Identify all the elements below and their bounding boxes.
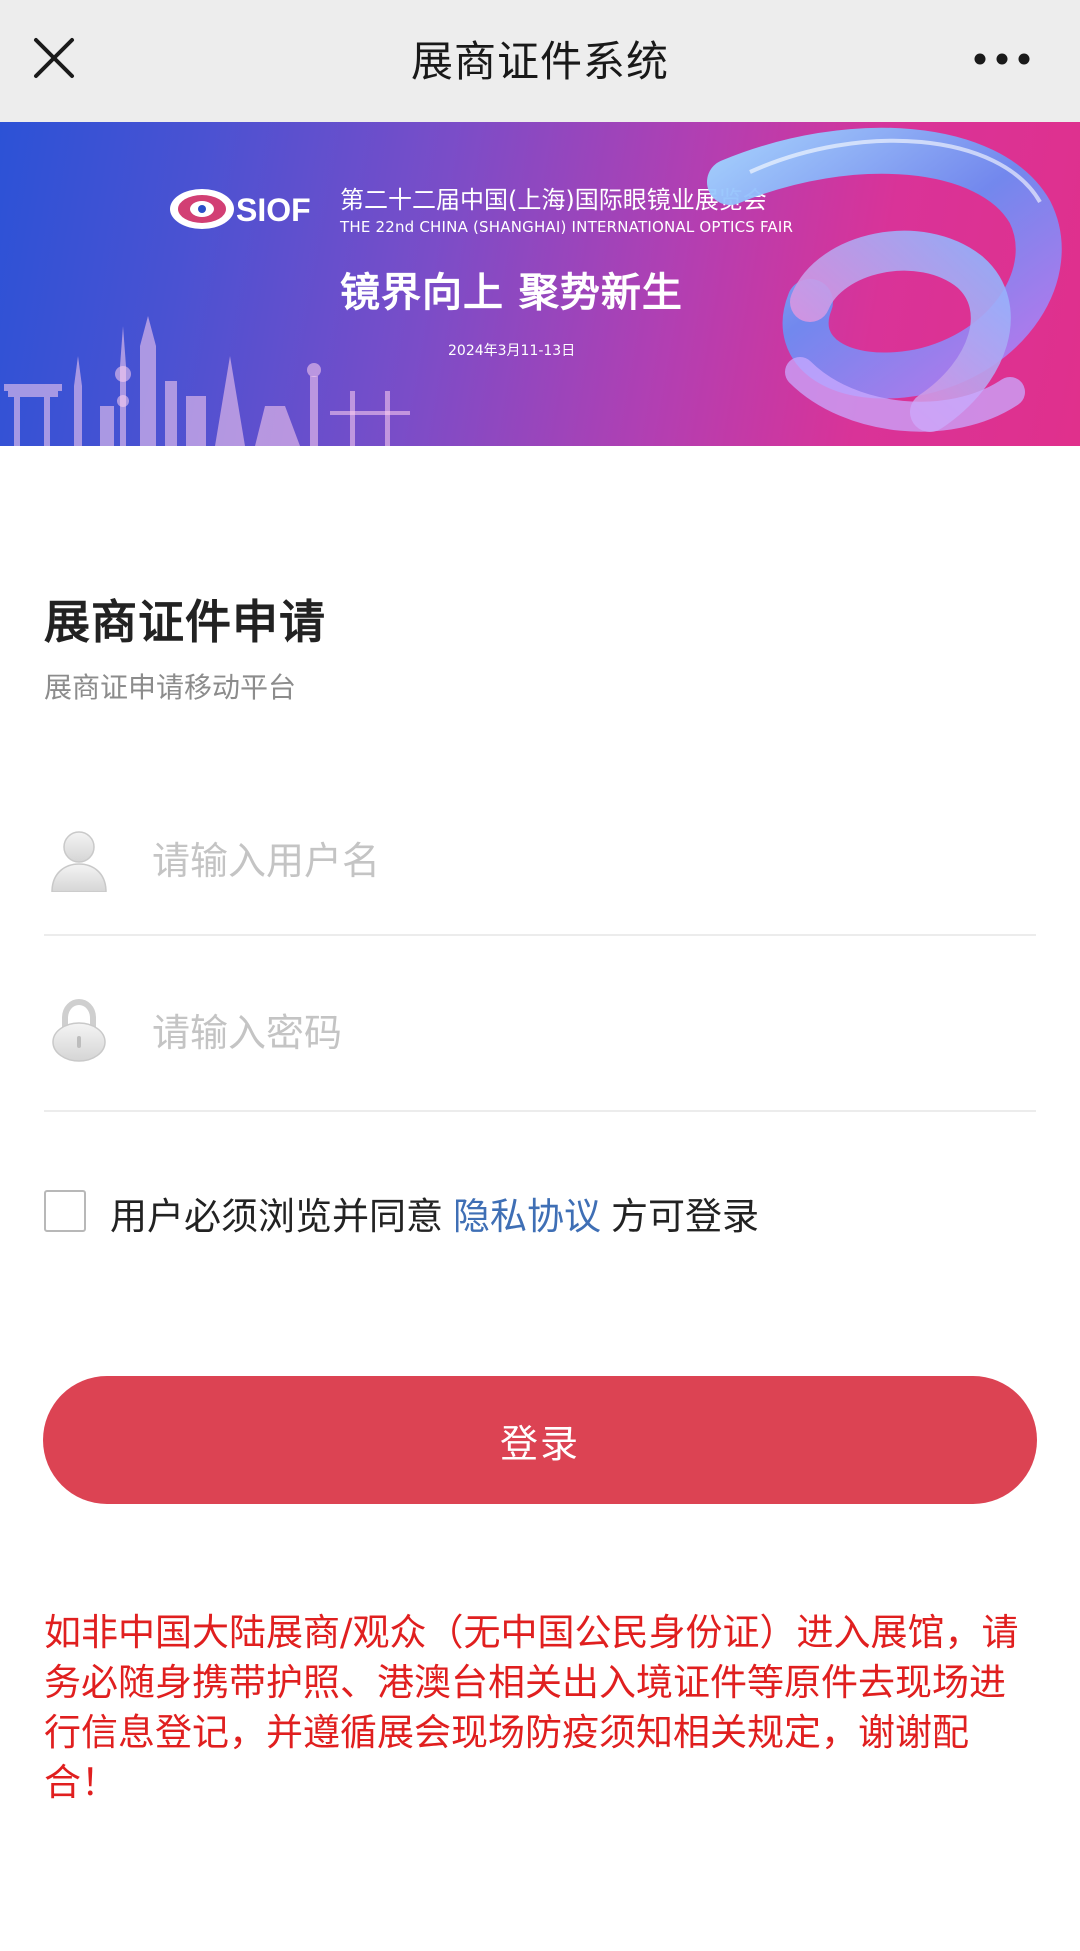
privacy-policy-link[interactable]: 隐私协议 bbox=[453, 1195, 601, 1238]
event-slogan: 镜界向上 聚势新生 bbox=[340, 270, 683, 316]
siof-logo: SIOF bbox=[170, 189, 311, 229]
agreement-suffix: 方可登录 bbox=[611, 1195, 759, 1238]
privacy-agreement-row: 用户必须浏览并同意 隐私协议 方可登录 bbox=[44, 1182, 1044, 1242]
login-button[interactable]: 登录 bbox=[43, 1376, 1037, 1504]
user-icon bbox=[51, 831, 107, 892]
login-form-area: 展商证件申请 展商证申请移动平台 请输入用户名 用户必须浏览并同意 隐私协议 方… bbox=[0, 446, 1080, 1951]
event-date: 2024年3月11-13日 bbox=[448, 343, 576, 359]
form-subtitle: 展商证申请移动平台 bbox=[44, 671, 297, 704]
entry-notice: 如非中国大陆展商/观众（无中国公民身份证）进入展馆，请务必随身携带护照、港澳台相… bbox=[44, 1611, 1019, 1804]
password-divider bbox=[44, 1110, 1036, 1112]
form-title: 展商证件申请 bbox=[44, 595, 326, 649]
username-input[interactable] bbox=[150, 826, 1010, 896]
top-bar: 展商证件系统 bbox=[0, 0, 1080, 122]
username-field bbox=[44, 776, 1036, 936]
lock-icon bbox=[52, 998, 106, 1062]
password-input[interactable] bbox=[150, 998, 1010, 1068]
city-skyline-illustration bbox=[4, 316, 410, 446]
svg-text:SIOF: SIOF bbox=[236, 192, 311, 228]
agree-checkbox[interactable] bbox=[44, 1190, 86, 1232]
agreement-prefix: 用户必须浏览并同意 bbox=[110, 1195, 443, 1238]
ribbon-swirl-illustration bbox=[707, 127, 1062, 432]
agreement-text: 用户必须浏览并同意 隐私协议 方可登录 bbox=[110, 1186, 759, 1240]
event-banner: SIOF 第二十二届中国(上海)国际眼镜业展览会 THE 22nd CHINA … bbox=[0, 122, 1080, 446]
page-title: 展商证件系统 bbox=[410, 37, 669, 86]
password-field bbox=[44, 936, 1036, 1112]
more-dots-icon bbox=[974, 53, 1030, 65]
more-button[interactable] bbox=[972, 44, 1032, 74]
